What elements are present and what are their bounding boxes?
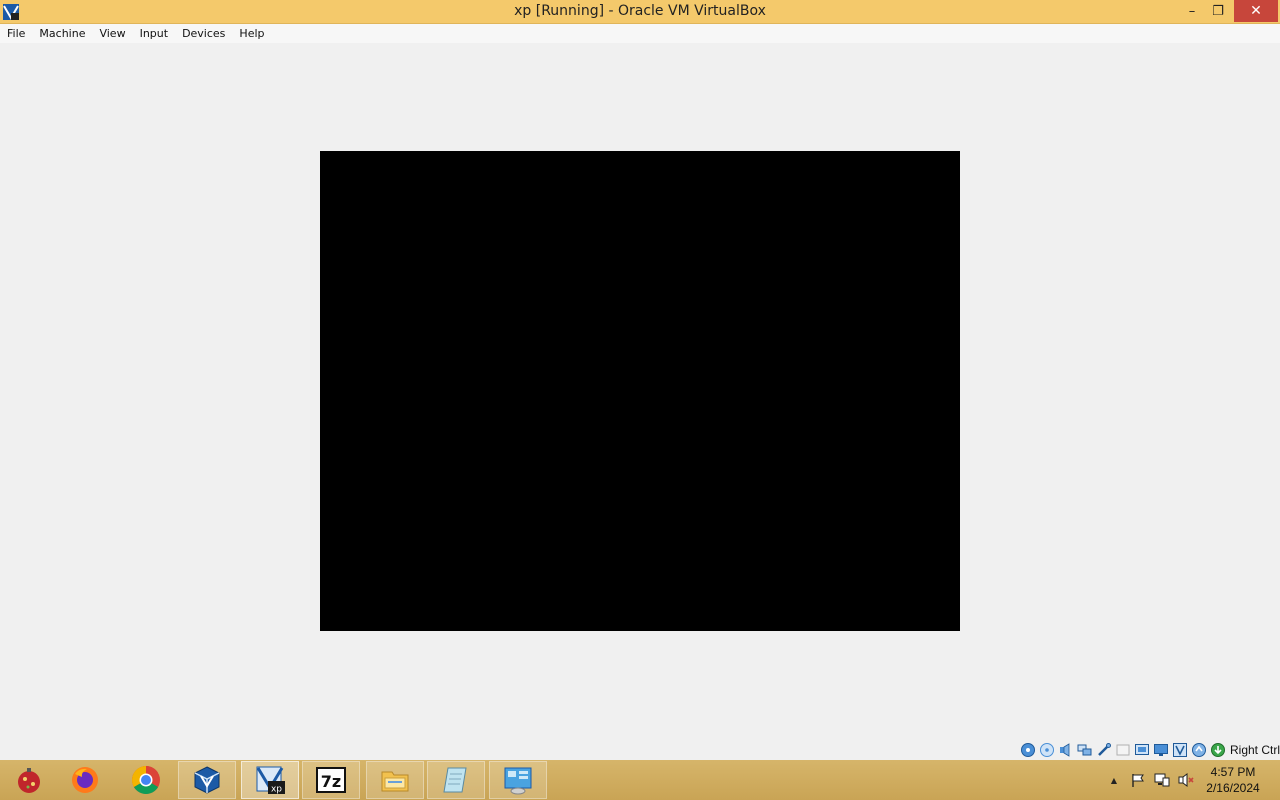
show-hidden-icons-button[interactable]: ▲: [1106, 772, 1122, 788]
vm-screen[interactable]: [320, 151, 960, 631]
firefox-icon: [72, 767, 98, 793]
taskbar: xp 7z ▲ 4:57 PM 2/16/2024: [0, 760, 1280, 800]
control-panel-button[interactable]: [489, 761, 547, 799]
title-bar[interactable]: xp [Running] - Oracle VM VirtualBox – ❐ …: [0, 0, 1280, 24]
virtualbox-icon: [194, 766, 220, 794]
system-tray: ▲: [1106, 760, 1194, 800]
notepad-icon: [443, 767, 467, 793]
7zip-label: 7z: [321, 772, 341, 791]
virtualbox-button[interactable]: [178, 761, 236, 799]
control-panel-icon: [504, 767, 532, 795]
video-capture-icon[interactable]: [1153, 742, 1169, 758]
menu-bar: File Machine View Input Devices Help: [0, 24, 1280, 43]
firefox-button[interactable]: [56, 761, 114, 799]
xp-badge-label: xp: [271, 785, 282, 795]
chrome-button[interactable]: [117, 761, 175, 799]
optical-drive-icon[interactable]: [1039, 742, 1055, 758]
menu-view[interactable]: View: [93, 24, 131, 43]
clock[interactable]: 4:57 PM 2/16/2024: [1198, 764, 1268, 796]
action-center-flag-icon[interactable]: [1130, 772, 1146, 788]
minimize-button[interactable]: –: [1180, 0, 1204, 22]
7zip-button[interactable]: 7z: [302, 761, 360, 799]
restore-button[interactable]: ❐: [1206, 0, 1230, 22]
display-icon[interactable]: [1134, 742, 1150, 758]
close-button[interactable]: ✕: [1234, 0, 1278, 22]
menu-file[interactable]: File: [1, 24, 31, 43]
7zip-icon: 7z: [316, 767, 346, 793]
virtualbox-window: xp [Running] - Oracle VM VirtualBox – ❐ …: [0, 0, 1280, 800]
xp-vm-button[interactable]: xp: [241, 761, 299, 799]
host-key-label: Right Ctrl: [1230, 743, 1280, 757]
hard-disk-icon[interactable]: [1020, 742, 1036, 758]
volume-muted-icon[interactable]: [1178, 772, 1194, 788]
network-icon[interactable]: [1077, 742, 1093, 758]
chrome-icon: [132, 766, 160, 794]
shared-folders-icon[interactable]: [1115, 742, 1131, 758]
vt-x-icon[interactable]: [1172, 742, 1188, 758]
menu-devices[interactable]: Devices: [176, 24, 231, 43]
usb-icon[interactable]: [1096, 742, 1112, 758]
vm-status-bar: Right Ctrl: [1020, 740, 1280, 760]
xp-vm-icon: xp: [256, 766, 285, 795]
clock-date: 2/16/2024: [1206, 781, 1260, 795]
ornament-app-icon: [18, 768, 40, 793]
keyboard-capture-icon[interactable]: [1210, 742, 1226, 758]
notepad-button[interactable]: [427, 761, 485, 799]
clock-time: 4:57 PM: [1210, 765, 1256, 779]
menu-help[interactable]: Help: [233, 24, 270, 43]
mouse-integration-icon[interactable]: [1191, 742, 1207, 758]
window-title: xp [Running] - Oracle VM VirtualBox: [514, 3, 766, 19]
network-status-icon[interactable]: [1154, 772, 1170, 788]
ornament-app-button[interactable]: [0, 761, 58, 799]
file-explorer-button[interactable]: [366, 761, 424, 799]
file-explorer-icon: [381, 771, 409, 792]
audio-icon[interactable]: [1058, 742, 1074, 758]
menu-machine[interactable]: Machine: [33, 24, 91, 43]
menu-input[interactable]: Input: [134, 24, 174, 43]
